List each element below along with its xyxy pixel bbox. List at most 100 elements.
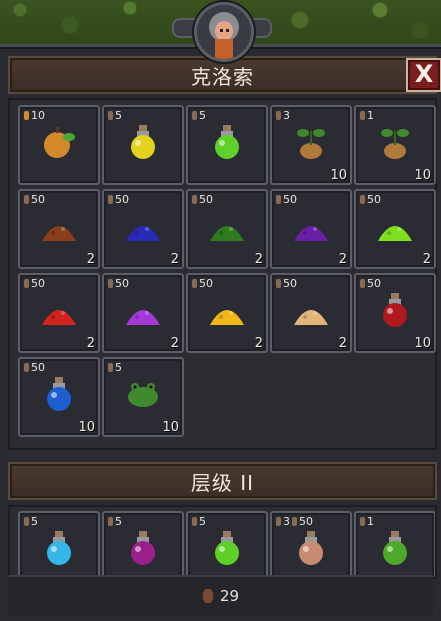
slot-level: 5 [199,109,206,122]
slot-quantity: 10 [414,336,431,351]
slot-quality: 5 [192,515,206,528]
slot-quality: 5 [24,515,38,528]
close-icon: X [414,60,434,88]
character-portrait[interactable] [194,2,254,62]
inventory-slot[interactable]: 50 10 [18,357,100,437]
inventory-slot[interactable]: 50 2 [18,273,100,353]
inventory-slot[interactable]: 50 2 [270,273,352,353]
apple-icon [44,127,75,158]
violet-powder-icon [126,310,160,325]
slot-level: 3 [283,109,290,122]
inventory-slot[interactable]: 50 2 [102,273,184,353]
slot-level: 5 [199,515,206,528]
slot-quantity: 2 [170,336,179,351]
inventory-slot[interactable]: 5 10 [102,357,184,437]
ingredient-grid: 10 5 5 3 101 1050 250 250 250 250 [8,98,437,450]
inventory-slot[interactable]: 5 [186,511,268,577]
yellow-potion-icon [131,125,155,159]
inventory-slot[interactable]: 1 [354,511,435,577]
slot-level: 1 [367,515,374,528]
inventory-slot[interactable]: 5 [102,511,184,577]
slot-quantity: 2 [254,336,263,351]
peach-potion-icon [299,531,323,565]
inventory-slot[interactable]: 50 2 [186,189,268,269]
slot-level: 5 [31,515,38,528]
quality-pip-icon [108,517,113,526]
quality-pip-icon [24,195,29,204]
section-header-tier-2: 层级 II [8,462,437,500]
slot-quantity: 2 [86,336,95,351]
quality-pip-icon [276,195,281,204]
slot-quantity: 2 [422,252,431,267]
inventory-slot[interactable]: 50 10 [354,273,436,353]
slot-quantity: 2 [170,252,179,267]
lime-powder-icon [378,226,412,241]
magenta-potion-icon [131,531,155,565]
inventory-slot[interactable]: 1 10 [354,105,436,185]
tan-powder-icon [294,310,328,325]
quality-pip-icon [360,111,365,120]
green-powder-icon [210,226,244,241]
quality-pip-icon [276,517,281,526]
inventory-slot[interactable]: 50 2 [18,189,100,269]
inventory-slot[interactable]: 5 [186,105,268,185]
quality-pip-icon [192,111,197,120]
slot-quality: 5 [108,109,122,122]
quality-pip-icon [360,195,365,204]
slot-quality: 1 [360,109,374,122]
coin-icon [201,588,214,604]
quality-pip-icon [24,517,29,526]
frog-icon [128,383,158,407]
gold-powder-icon [210,310,244,325]
inventory-slot[interactable]: 50 2 [354,189,436,269]
section-title: 层级 II [190,470,255,495]
tier2-grid: 5 5 5 3 50 1 [8,505,437,579]
slot-quantity: 10 [330,168,347,183]
slot-quantity: 10 [78,420,95,435]
slot-quality: 3 [276,109,290,122]
slot-quality: 5 [108,515,122,528]
slot-quantity: 10 [162,420,179,435]
slot-quality: 5 [108,361,122,374]
quality-pip-icon [24,363,29,372]
quality-pip-icon [108,195,113,204]
slot-quality: 1 [360,515,374,528]
slot-quantity: 10 [414,168,431,183]
green-potion-icon [383,531,407,565]
quality-pip-icon [108,363,113,372]
slot-quantity: 2 [86,252,95,267]
quality-pip-icon [192,195,197,204]
brown-powder-icon [42,226,76,241]
quality-pip-icon [292,517,297,526]
inventory-slot[interactable]: 50 2 [270,189,352,269]
footer-bar: 29 [8,575,433,615]
quality-pip-icon [360,279,365,288]
inventory-slot[interactable]: 3 10 [270,105,352,185]
slot-level: 5 [115,109,122,122]
inventory-slot[interactable]: 10 [18,105,100,185]
blue-potion-icon [47,377,71,411]
slot-level: 1 [367,109,374,122]
inventory-slot[interactable]: 5 [18,511,100,577]
inventory-slot[interactable]: 5 [102,105,184,185]
close-button[interactable]: X [406,58,441,92]
section-title: 克洛索 [191,64,254,89]
slot-level: 3 [283,515,290,528]
slot-level: 5 [115,361,122,374]
quality-pip-icon [192,279,197,288]
slot-quality: 5 [192,109,206,122]
cyan-potion-icon [47,531,71,565]
green-potion-icon [215,125,239,159]
quality-pip-icon [108,111,113,120]
quality-pip-icon [24,111,29,120]
slot-quantity: 2 [338,252,347,267]
mandrake-icon [381,129,409,159]
inventory-slot[interactable]: 50 2 [186,273,268,353]
inventory-slot[interactable]: 50 2 [102,189,184,269]
red-powder-icon [42,310,76,325]
quality-pip-icon [192,517,197,526]
inventory-slot[interactable]: 3 50 [270,511,352,577]
quality-pip-icon [276,111,281,120]
purple-powder-icon [294,226,328,241]
quality-pip-icon [24,279,29,288]
